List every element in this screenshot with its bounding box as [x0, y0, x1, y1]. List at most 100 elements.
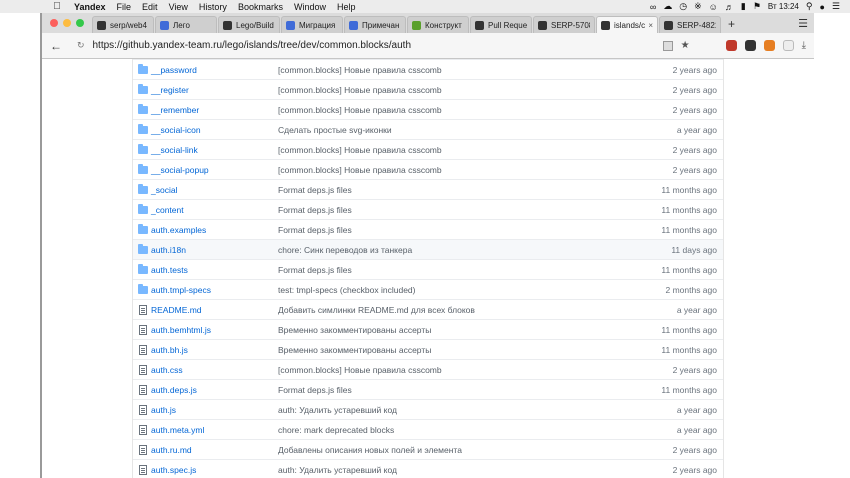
notification-center-icon[interactable]: ☰ [832, 1, 840, 12]
file-row[interactable]: __register [common.blocks] Новые правила … [133, 79, 723, 99]
file-name-link[interactable]: auth.meta.yml [151, 425, 204, 435]
file-row[interactable]: auth.tests Format deps.js files 11 months … [133, 259, 723, 279]
commit-message-link[interactable]: Format deps.js files [278, 385, 352, 395]
file-row[interactable]: __social-link [common.blocks] Новые прави… [133, 139, 723, 159]
file-row[interactable]: __remember [common.blocks] Новые правила … [133, 99, 723, 119]
spotlight-icon[interactable]: ⚲ [806, 1, 813, 12]
file-row[interactable]: auth.examples Format deps.js files 11 mont… [133, 219, 723, 239]
commit-message-link[interactable]: [common.blocks] Новые правила csscomb [278, 105, 442, 115]
url-field[interactable]: ↻ https://github.yandex-team.ru/lego/isl… [77, 37, 657, 55]
browser-tab[interactable]: Pull Reques [470, 16, 532, 33]
browser-tab[interactable]: Примечан [344, 16, 406, 33]
file-name-link[interactable]: auth.bh.js [151, 345, 188, 355]
file-row[interactable]: auth.i18n chore: Синк переводов из танкер… [133, 239, 723, 259]
file-row[interactable]: _social Format deps.js files 11 months ago [133, 179, 723, 199]
file-name-link[interactable]: auth.ru.md [151, 445, 192, 455]
file-name-link[interactable]: auth.i18n [151, 245, 186, 255]
file-row[interactable]: README.md Добавить симлинки README.md для… [133, 299, 723, 319]
commit-message-link[interactable]: Format deps.js files [278, 225, 352, 235]
file-name-link[interactable]: __register [151, 85, 189, 95]
file-row[interactable]: auth.ru.md Добавлены описания новых полей… [133, 439, 723, 459]
file-name-link[interactable]: auth.tmpl-specs [151, 285, 211, 295]
user-icon[interactable]: ● [819, 2, 824, 12]
file-name-link[interactable]: auth.examples [151, 225, 206, 235]
menu-help[interactable]: Help [337, 2, 356, 12]
close-tab-icon[interactable]: × [646, 21, 653, 30]
file-name-link[interactable]: README.md [151, 305, 202, 315]
menu-file[interactable]: File [117, 2, 132, 12]
file-row[interactable]: _content Format deps.js files 11 months ag… [133, 199, 723, 219]
commit-message-link[interactable]: auth: Удалить устаревший код [278, 405, 397, 415]
battery-icon[interactable]: ▮ [741, 1, 746, 12]
clock[interactable]: Вт 13:24 [768, 2, 799, 11]
file-name-link[interactable]: _content [151, 205, 184, 215]
browser-tab[interactable]: Lego/Build [218, 16, 280, 33]
file-row[interactable]: auth.spec.js auth: Удалить устаревший код… [133, 459, 723, 478]
commit-message-link[interactable]: Format deps.js files [278, 265, 352, 275]
url-text[interactable]: https://github.yandex-team.ru/lego/islan… [93, 40, 412, 51]
file-name-link[interactable]: __remember [151, 105, 199, 115]
adblock-icon[interactable] [763, 40, 775, 51]
file-name-link[interactable]: auth.spec.js [151, 465, 196, 475]
browser-tab[interactable]: Миграция [281, 16, 343, 33]
minimize-window-button[interactable] [63, 19, 71, 27]
apple-icon[interactable]:  [50, 1, 64, 12]
file-row[interactable]: __social-icon Сделать простые svg-иконки a… [133, 119, 723, 139]
commit-message-link[interactable]: chore: Синк переводов из танкера [278, 245, 412, 255]
commit-message-link[interactable]: [common.blocks] Новые правила csscomb [278, 165, 442, 175]
commit-message-link[interactable]: auth: Удалить устаревший код [278, 465, 397, 475]
reader-mode-icon[interactable] [662, 40, 673, 51]
file-row[interactable]: auth.bemhtml.js Временно закомментированы… [133, 319, 723, 339]
browser-tab[interactable]: Конструкт [407, 16, 469, 33]
file-name-link[interactable]: __social-popup [151, 165, 209, 175]
browser-menu-icon[interactable]: ☰ [798, 17, 808, 30]
extension-bug-icon[interactable] [725, 40, 737, 51]
extension-blank-icon[interactable] [782, 40, 794, 51]
browser-tab[interactable]: SERP-4821 [659, 16, 721, 33]
file-row[interactable]: auth.css [common.blocks] Новые правила cs… [133, 359, 723, 379]
commit-message-link[interactable]: [common.blocks] Новые правила csscomb [278, 365, 442, 375]
menu-bookmarks[interactable]: Bookmarks [238, 2, 283, 12]
file-row[interactable]: __password [common.blocks] Новые правила … [133, 59, 723, 79]
zoom-window-button[interactable] [76, 19, 84, 27]
flag-icon[interactable]: ⚑ [753, 1, 761, 12]
commit-message-link[interactable]: [common.blocks] Новые правила csscomb [278, 85, 442, 95]
file-name-link[interactable]: auth.js [151, 405, 176, 415]
browser-tab[interactable]: SERP-5708 [533, 16, 595, 33]
pocket-icon[interactable] [744, 40, 756, 51]
commit-message-link[interactable]: Добавлены описания новых полей и элемент… [278, 445, 462, 455]
time-machine-icon[interactable]: ◷ [679, 1, 687, 12]
commit-message-link[interactable]: Временно закомментированы ассерты [278, 325, 431, 335]
wifi-icon[interactable]: ☺ [709, 2, 718, 12]
reload-icon[interactable]: ↻ [77, 40, 85, 51]
browser-tab[interactable]: serp/web4 [92, 16, 154, 33]
menu-window[interactable]: Window [294, 2, 326, 12]
close-window-button[interactable] [50, 19, 58, 27]
volume-icon[interactable]: ♬ [725, 2, 734, 12]
file-name-link[interactable]: __social-icon [151, 125, 201, 135]
menu-history[interactable]: History [199, 2, 227, 12]
menu-view[interactable]: View [169, 2, 188, 12]
commit-message-link[interactable]: Format deps.js files [278, 205, 352, 215]
browser-tab[interactable]: Лего [155, 16, 217, 33]
commit-message-link[interactable]: chore: mark deprecated blocks [278, 425, 394, 435]
new-tab-button[interactable]: + [728, 17, 735, 31]
commit-message-link[interactable]: [common.blocks] Новые правила csscomb [278, 65, 442, 75]
commit-message-link[interactable]: Временно закомментированы ассерты [278, 345, 431, 355]
file-name-link[interactable]: auth.tests [151, 265, 188, 275]
file-row[interactable]: __social-popup [common.blocks] Новые прав… [133, 159, 723, 179]
file-name-link[interactable]: auth.deps.js [151, 385, 197, 395]
link-icon[interactable]: ∞ [650, 2, 656, 12]
cloud-icon[interactable]: ☁ [663, 1, 672, 12]
menu-app-name[interactable]: Yandex [74, 2, 106, 12]
file-name-link[interactable]: __social-link [151, 145, 198, 155]
commit-message-link[interactable]: test: tmpl-specs (checkbox included) [278, 285, 415, 295]
bookmark-star-icon[interactable]: ★ [681, 40, 690, 51]
file-name-link[interactable]: auth.css [151, 365, 183, 375]
browser-tab[interactable]: islands/c × [596, 16, 658, 33]
file-row[interactable]: auth.js auth: Удалить устаревший код a yea… [133, 399, 723, 419]
file-row[interactable]: auth.tmpl-specs test: tmpl-specs (checkbo… [133, 279, 723, 299]
file-row[interactable]: auth.bh.js Временно закомментированы ассе… [133, 339, 723, 359]
downloads-icon[interactable]: ⤓ [802, 40, 806, 51]
back-arrow-icon[interactable]: ← [50, 39, 65, 53]
